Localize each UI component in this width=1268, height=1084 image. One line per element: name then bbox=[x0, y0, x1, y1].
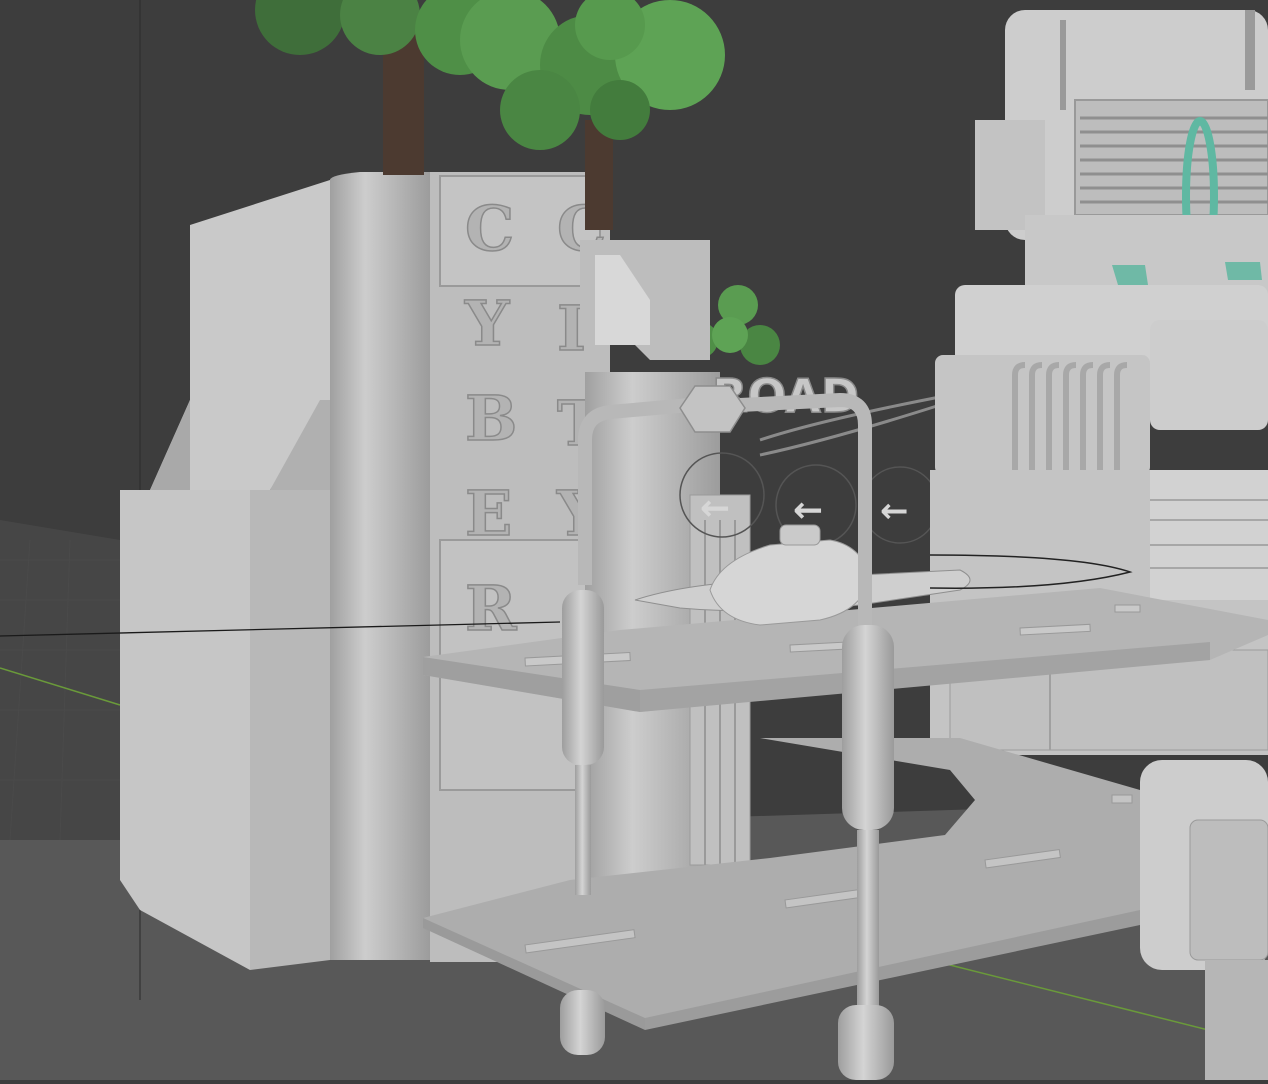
arrow-sign: ← bbox=[700, 488, 730, 529]
3d-viewport[interactable]: C Y B E R C I T Y ROAD ← ← ← bbox=[0, 0, 1268, 1080]
letter: B bbox=[465, 382, 517, 455]
arrow-sign: ← bbox=[880, 491, 909, 531]
letter: E bbox=[465, 477, 512, 550]
letter: Y bbox=[464, 287, 510, 360]
letter: R bbox=[465, 572, 517, 645]
cyber-lettering: C Y B E R bbox=[463, 191, 518, 646]
letter: C bbox=[465, 192, 514, 265]
left-building[interactable] bbox=[120, 172, 610, 970]
